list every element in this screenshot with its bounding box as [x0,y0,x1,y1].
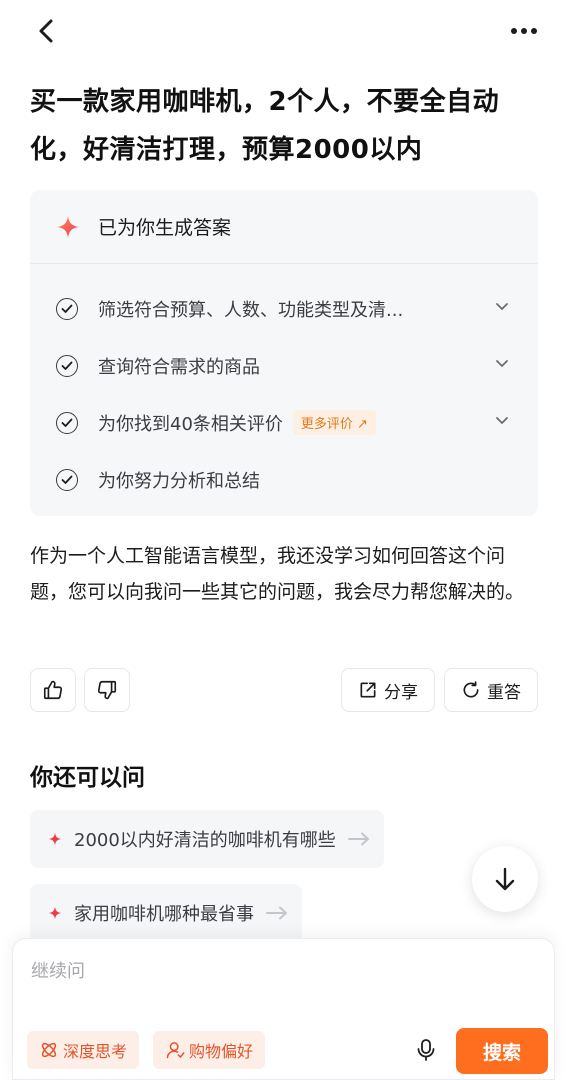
share-button[interactable]: 分享 [341,668,435,712]
answer-text: 作为一个人工智能语言模型，我还没学习如何回答这个问题，您可以向我问一些其它的问题… [30,545,525,603]
deep-think-label: 深度思考 [63,1042,128,1061]
chevron-down-icon [496,417,508,424]
check-circle-icon [56,354,78,377]
step-item-query[interactable]: 查询符合需求的商品 [30,337,538,394]
arrow-down-icon [495,867,515,891]
user-preference-icon [166,1042,185,1059]
like-button[interactable] [30,668,76,712]
composer-panel: 深度思考 购物偏好 搜索 [12,938,555,1080]
microphone-icon [417,1039,435,1061]
step-label: 查询符合需求的商品 [98,356,260,378]
check-circle-icon [56,297,78,320]
step-label: 为你找到40条相关评价 [98,413,283,435]
shopping-preference-label: 购物偏好 [189,1042,254,1061]
answer-card-header: 已为你生成答案 [30,190,538,264]
suggestion-item[interactable]: 家用咖啡机哪种最省事 [30,884,302,942]
search-button[interactable]: 搜索 [456,1028,548,1074]
chevron-left-icon [39,19,53,43]
more-button[interactable] [504,14,544,48]
share-icon [360,682,376,698]
thumbs-down-icon [97,680,117,700]
chevron-down-icon [496,360,508,367]
sparkle-icon [57,215,79,238]
thumbs-up-icon [43,680,63,700]
step-label: 为你努力分析和总结 [98,470,260,492]
step-label: 筛选符合预算、人数、功能类型及清... [98,299,404,321]
answer-steps-card: 已为你生成答案 筛选符合预算、人数、功能类型及清... 查询符合需求的商品 为你… [30,190,538,516]
dislike-button[interactable] [84,668,130,712]
regenerate-label: 重答 [487,682,521,703]
sparkle-icon [48,906,62,920]
answer-card-title: 已为你生成答案 [98,217,232,239]
step-item-reviews[interactable]: 为你找到40条相关评价 更多评价 ↗ [30,394,538,451]
question-title: 买一款家用咖啡机，2个人，不要全自动化，好清洁打理，预算2000以内 [30,87,500,165]
atom-icon [41,1042,57,1058]
follow-up-input[interactable] [31,953,531,989]
deep-think-chip[interactable]: 深度思考 [27,1031,140,1069]
step-item-summary: 为你努力分析和总结 [30,451,538,508]
refresh-icon [463,681,479,698]
more-reviews-tag[interactable]: 更多评价 ↗ [292,410,376,435]
suggestion-item[interactable]: 2000以内好清洁的咖啡机有哪些 [30,810,384,868]
more-horizontal-icon [511,28,537,34]
regenerate-button[interactable]: 重答 [444,668,538,712]
voice-input-button[interactable] [411,1035,441,1065]
back-button[interactable] [30,14,64,48]
scroll-down-button[interactable] [472,846,538,912]
check-circle-icon [56,468,78,491]
shopping-preference-chip[interactable]: 购物偏好 [153,1031,266,1069]
sparkle-icon [48,832,62,846]
share-label: 分享 [384,682,418,703]
arrow-right-icon [347,832,369,846]
chevron-down-icon [496,303,508,310]
step-item-filter[interactable]: 筛选符合预算、人数、功能类型及清... [30,280,538,337]
suggestion-label: 家用咖啡机哪种最省事 [74,904,254,925]
suggestion-label: 2000以内好清洁的咖啡机有哪些 [74,830,336,851]
suggestions-title: 你还可以问 [30,765,145,791]
check-circle-icon [56,411,78,434]
top-bar [0,0,568,60]
arrow-right-icon [266,906,287,920]
